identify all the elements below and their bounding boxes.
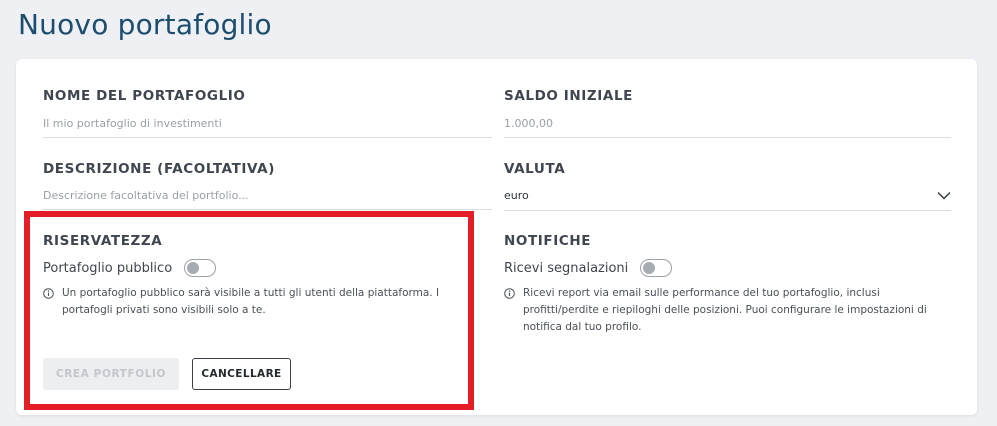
portfolio-name-input[interactable] xyxy=(43,116,492,138)
description-input[interactable] xyxy=(43,188,492,210)
receive-alerts-toggle[interactable] xyxy=(640,259,673,277)
chevron-down-icon xyxy=(937,191,951,200)
portfolio-form-card: NOME DEL PORTAFOGLIO SALDO INIZIALE DESC… xyxy=(16,59,977,415)
create-portfolio-button[interactable]: CREA PORTFOLIO xyxy=(43,358,179,390)
currency-select[interactable]: euro xyxy=(504,188,951,211)
description-label: DESCRIZIONE (FACOLTATIVA) xyxy=(43,161,275,177)
privacy-label: RISERVATEZZA xyxy=(43,233,163,249)
notifications-label: NOTIFICHE xyxy=(504,233,592,249)
privacy-help-text: Un portafoglio pubblico sarà visibile a … xyxy=(62,287,440,316)
initial-balance-input[interactable] xyxy=(504,116,951,138)
initial-balance-label: SALDO INIZIALE xyxy=(504,88,633,104)
public-portfolio-toggle[interactable] xyxy=(184,259,217,277)
info-icon xyxy=(504,288,515,299)
portfolio-name-label: NOME DEL PORTAFOGLIO xyxy=(43,88,246,104)
currency-label: VALUTA xyxy=(504,161,566,177)
info-icon xyxy=(43,288,54,299)
page-title: Nuovo portafoglio xyxy=(18,8,272,41)
receive-alerts-label: Ricevi segnalazioni xyxy=(504,260,629,276)
public-portfolio-label: Portafoglio pubblico xyxy=(43,260,173,276)
notifications-help-text: Ricevi report via email sulle performanc… xyxy=(523,287,927,333)
cancel-button[interactable]: CANCELLARE xyxy=(192,358,291,390)
currency-selected-value: euro xyxy=(504,189,529,202)
